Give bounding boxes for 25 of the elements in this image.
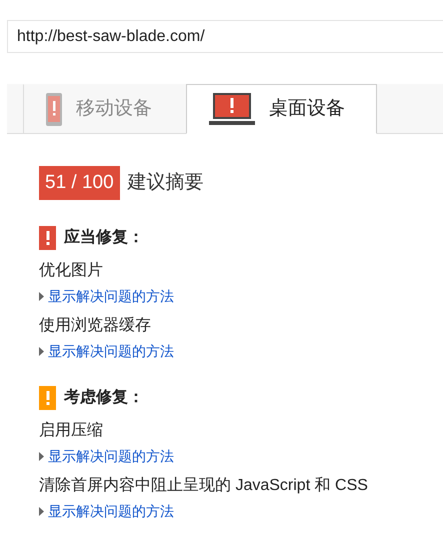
rule-name: 使用浏览器缓存: [39, 316, 151, 336]
expand-arrow-icon: [39, 452, 44, 460]
warning-icon: [39, 226, 56, 250]
tab-label: 桌面设备: [269, 96, 345, 121]
phone-alert-icon: [46, 92, 62, 126]
url-field[interactable]: http://best-saw-blade.com/: [7, 20, 443, 53]
tab-label: 移动设备: [76, 96, 152, 121]
rule-name: 优化图片: [39, 261, 103, 281]
summary-title: 建议摘要: [128, 170, 204, 195]
show-fix-link[interactable]: 显示解决问题的方法: [48, 342, 174, 360]
show-fix-link[interactable]: 显示解决问题的方法: [48, 447, 174, 465]
rule-name: 清除首屏内容中阻止呈现的 JavaScript 和 CSS: [39, 476, 368, 496]
score-badge: 51 / 100: [39, 166, 120, 200]
device-tab[interactable]: 桌面设备: [186, 84, 377, 134]
expand-arrow-icon: [39, 346, 44, 356]
device-tab[interactable]: 移动设备: [23, 84, 186, 134]
expand-arrow-icon: [39, 292, 44, 300]
section-title: 考虑修复：: [64, 388, 144, 408]
show-fix-link[interactable]: 显示解决问题的方法: [48, 287, 174, 305]
laptop-alert-icon: [209, 93, 255, 125]
show-fix-link[interactable]: 显示解决问题的方法: [48, 502, 174, 520]
rule-name: 启用压缩: [39, 421, 103, 441]
expand-arrow-icon: [39, 506, 44, 516]
warning-icon: [39, 386, 56, 410]
section-title: 应当修复：: [64, 227, 144, 248]
